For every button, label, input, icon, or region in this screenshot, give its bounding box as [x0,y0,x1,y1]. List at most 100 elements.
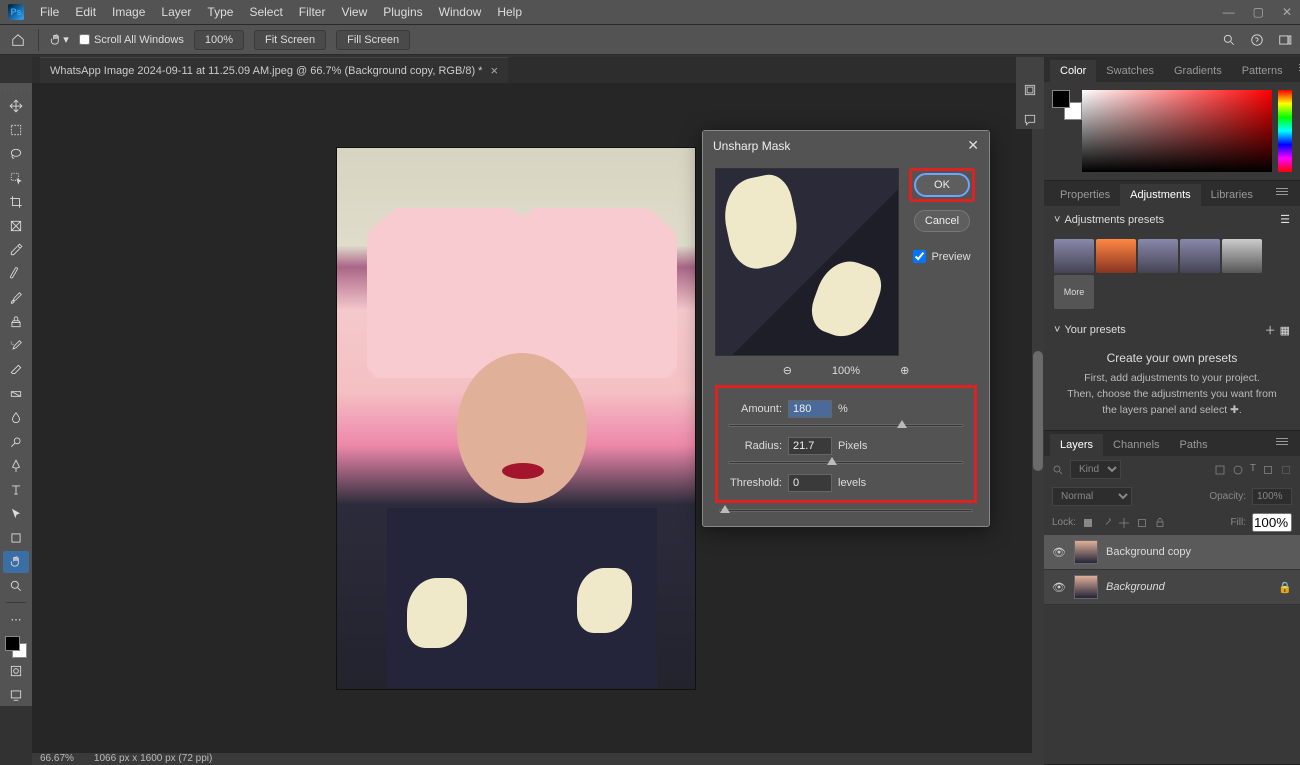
close-tab-icon[interactable]: × [490,63,498,78]
path-select-tool[interactable] [3,503,29,525]
more-presets-button[interactable]: More [1054,275,1094,309]
brush-tool[interactable] [3,287,29,309]
preview-checkbox[interactable]: Preview [913,250,970,263]
radius-slider[interactable] [728,461,964,464]
blend-mode[interactable]: Normal [1052,487,1132,506]
preset-thumb[interactable] [1096,239,1136,273]
tab-paths[interactable]: Paths [1170,434,1218,456]
your-presets-header[interactable]: ˅ Your presets ＋ ▦ [1044,315,1300,345]
move-tool[interactable] [3,95,29,117]
tab-color[interactable]: Color [1050,60,1096,82]
visibility-icon[interactable]: 👁 [1052,581,1066,594]
presets-list-icon[interactable]: ☰ [1280,213,1290,226]
type-tool[interactable] [3,479,29,501]
menu-type[interactable]: Type [207,5,233,19]
pen-tool[interactable] [3,455,29,477]
cancel-button[interactable]: Cancel [914,210,970,232]
screenmode-icon[interactable] [3,684,29,706]
filter-smart-icon[interactable] [1280,463,1292,477]
crop-tool[interactable] [3,191,29,213]
eraser-tool[interactable] [3,359,29,381]
quickmask-icon[interactable] [3,660,29,682]
tab-patterns[interactable]: Patterns [1232,60,1293,82]
fill-input[interactable] [1252,513,1292,532]
lock-trans-icon[interactable] [1082,516,1094,530]
menu-select[interactable]: Select [249,5,282,19]
menu-window[interactable]: Window [439,5,482,19]
zoom-level[interactable]: 100% [194,30,244,50]
panel-color-swatch[interactable] [1052,90,1076,114]
scrollbar-vertical[interactable] [1032,83,1044,753]
help-icon[interactable] [1250,33,1264,47]
opacity-input[interactable] [1252,488,1292,505]
lock-all-icon[interactable] [1154,516,1166,530]
search-icon[interactable] [1222,33,1236,47]
blur-tool[interactable] [3,407,29,429]
preset-thumb[interactable] [1138,239,1178,273]
add-preset-icon[interactable]: ＋ [1265,322,1276,338]
hand-tool-icon[interactable]: ▾ [49,30,69,50]
dialog-close-icon[interactable]: ✕ [967,137,979,154]
shape-tool[interactable] [3,527,29,549]
filter-pixel-icon[interactable] [1214,463,1226,477]
fit-screen-button[interactable]: Fit Screen [254,30,326,50]
layer-filter-kind[interactable]: Kind [1070,460,1121,479]
healing-brush-tool[interactable] [3,263,29,285]
menu-image[interactable]: Image [112,5,145,19]
filter-shape-icon[interactable] [1262,463,1274,477]
lasso-tool[interactable] [3,143,29,165]
tab-swatches[interactable]: Swatches [1096,60,1164,82]
zoom-tool[interactable] [3,575,29,597]
frame-tool[interactable] [3,215,29,237]
ok-button[interactable]: OK [914,173,970,197]
scroll-all-checkbox[interactable]: Scroll All Windows [79,34,184,46]
grid-view-icon[interactable]: ▦ [1280,324,1290,337]
tab-channels[interactable]: Channels [1103,434,1169,456]
presets-header[interactable]: ˅ Adjustments presets ☰ [1044,206,1300,233]
marquee-tool[interactable] [3,119,29,141]
tab-layers[interactable]: Layers [1050,434,1103,456]
menu-view[interactable]: View [341,5,367,19]
workspace-icon[interactable] [1278,33,1292,47]
comments-dock-icon[interactable] [1021,111,1039,129]
filter-adjust-icon[interactable] [1232,463,1244,477]
color-swatches[interactable] [5,636,27,658]
lock-pos-icon[interactable] [1118,516,1130,530]
window-minimize-icon[interactable]: — [1223,5,1235,19]
history-dock-icon[interactable] [1021,81,1039,99]
zoom-in-icon[interactable]: ⊕ [900,364,909,377]
layer-row[interactable]: 👁 Background 🔒 [1044,570,1300,605]
color-field[interactable] [1082,90,1272,172]
menu-layer[interactable]: Layer [161,5,191,19]
tab-gradients[interactable]: Gradients [1164,60,1232,82]
clone-stamp-tool[interactable] [3,311,29,333]
object-select-tool[interactable] [3,167,29,189]
panel-menu-icon[interactable] [1270,434,1294,456]
edit-toolbar-icon[interactable]: ⋯ [3,608,29,630]
tab-adjustments[interactable]: Adjustments [1120,184,1201,206]
eyedropper-tool[interactable] [3,239,29,261]
home-icon[interactable] [8,30,28,50]
hand-tool[interactable] [3,551,29,573]
panel-menu-icon[interactable] [1293,60,1300,82]
menu-filter[interactable]: Filter [299,5,326,19]
panel-menu-icon[interactable] [1270,184,1294,206]
dialog-preview[interactable] [715,168,899,356]
window-maximize-icon[interactable]: ▢ [1253,5,1264,19]
preset-thumb[interactable] [1222,239,1262,273]
radius-input[interactable] [788,437,832,455]
fill-screen-button[interactable]: Fill Screen [336,30,410,50]
amount-input[interactable] [788,400,832,418]
menu-file[interactable]: File [40,5,59,19]
threshold-slider[interactable] [719,509,973,512]
window-close-icon[interactable]: ✕ [1282,5,1292,19]
preset-thumb[interactable] [1054,239,1094,273]
lock-artboard-icon[interactable] [1136,516,1148,530]
menu-edit[interactable]: Edit [75,5,96,19]
history-brush-tool[interactable] [3,335,29,357]
menu-help[interactable]: Help [497,5,522,19]
threshold-input[interactable] [788,474,832,492]
hue-slider[interactable] [1278,90,1292,172]
preset-thumb[interactable] [1180,239,1220,273]
amount-slider[interactable] [728,424,964,427]
